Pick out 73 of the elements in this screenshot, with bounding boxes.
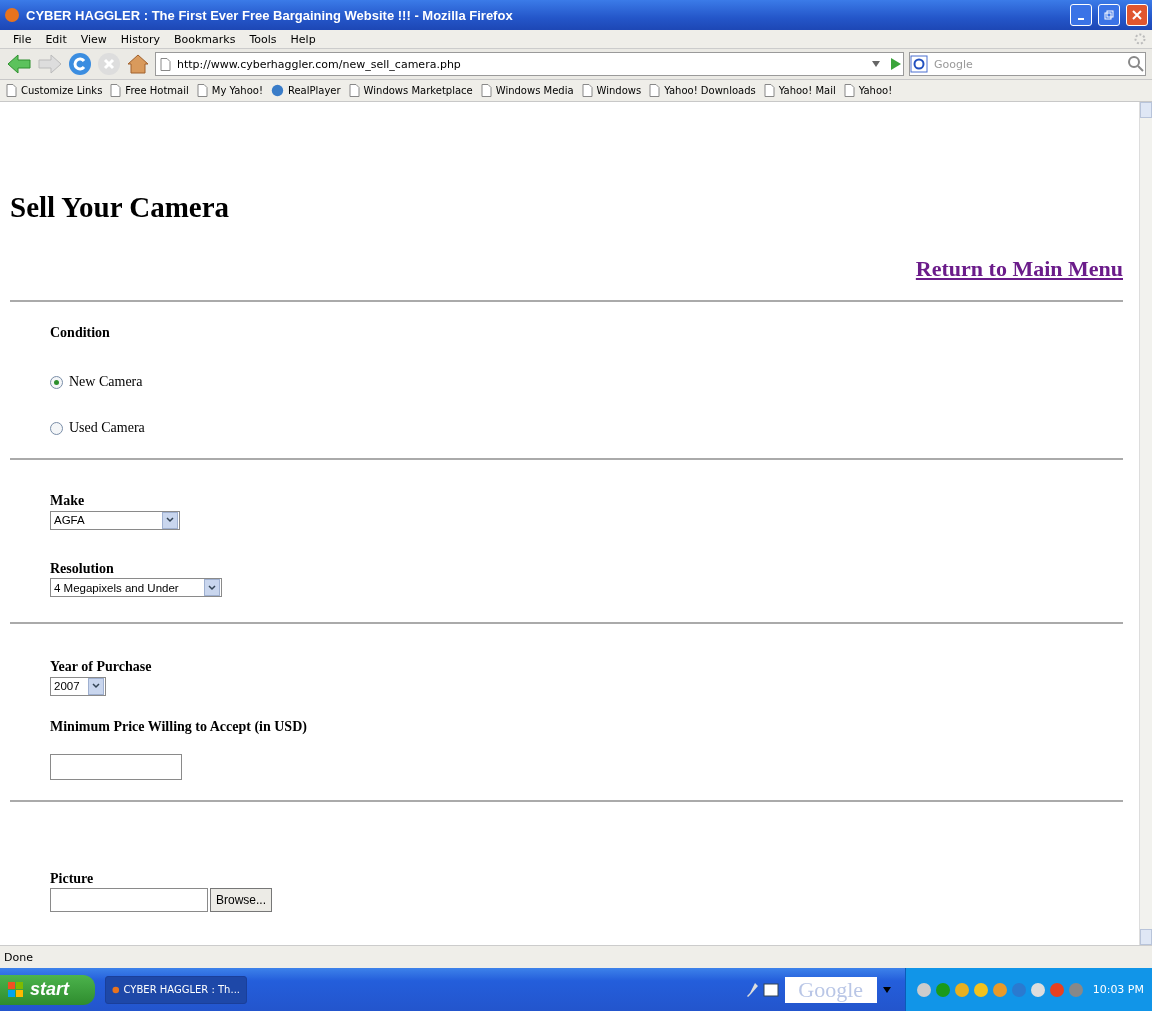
tray-icon[interactable] xyxy=(972,981,989,998)
minimize-button[interactable] xyxy=(1070,4,1092,26)
page-icon xyxy=(649,84,661,97)
field-label: Year of Purchase xyxy=(50,658,153,676)
field-label: Make xyxy=(50,492,86,510)
caret-icon xyxy=(166,517,174,523)
page-icon xyxy=(196,84,208,97)
radio-label: New Camera xyxy=(69,374,143,390)
menu-item[interactable]: View xyxy=(73,32,114,46)
menu-item[interactable]: File xyxy=(6,32,39,46)
menu-item[interactable]: History xyxy=(113,32,167,46)
tray-icon[interactable] xyxy=(915,981,932,998)
menu-item[interactable]: Edit xyxy=(38,32,74,46)
taskbar-button[interactable]: CYBER HAGGLER : Th... xyxy=(105,975,247,1004)
close-button[interactable] xyxy=(1126,4,1148,26)
windows-flag-icon xyxy=(8,981,24,998)
bookmark-link[interactable]: Free Hotmail xyxy=(110,84,189,97)
radio-label: Used Camera xyxy=(69,420,145,436)
field-label: Condition xyxy=(50,324,111,342)
price-field[interactable] xyxy=(50,753,182,780)
page-icon xyxy=(348,84,360,97)
year-select[interactable]: 2007 xyxy=(50,676,106,696)
page-icon xyxy=(160,57,171,71)
bookmark-link[interactable]: Windows xyxy=(581,84,642,97)
restore-button[interactable] xyxy=(1098,4,1120,26)
search-icon[interactable] xyxy=(1127,55,1145,73)
back-button[interactable] xyxy=(6,53,32,75)
caret-icon xyxy=(208,584,216,591)
search-bar[interactable]: Google xyxy=(909,52,1146,76)
page-heading: Sell Your Camera xyxy=(10,190,231,224)
page-icon xyxy=(480,84,492,97)
status-text: Done xyxy=(4,950,33,964)
bookmark-link[interactable]: Yahoo! Downloads xyxy=(649,84,756,97)
address-bar[interactable]: http://www.cyberhaggler.com/new_sell_camera.php xyxy=(155,52,904,76)
field-label: Picture xyxy=(50,869,95,888)
file-field[interactable] xyxy=(50,887,208,912)
page-icon xyxy=(843,84,855,97)
clock: 10:03 PM xyxy=(1092,983,1144,996)
bookmark-link[interactable]: Windows Media xyxy=(480,84,574,97)
restore-icon xyxy=(1104,10,1114,20)
page-icon xyxy=(6,84,17,97)
page-icon xyxy=(581,84,593,97)
field-label: Resolution xyxy=(50,559,115,578)
return-link[interactable]: Return to Main Menu xyxy=(915,256,1123,282)
minimize-icon xyxy=(1078,18,1084,20)
dropdown-icon[interactable] xyxy=(871,60,881,68)
menu-item[interactable]: Help xyxy=(283,32,323,46)
bookmark-link[interactable]: Windows Marketplace xyxy=(348,84,473,97)
browse-button[interactable]: Browse... xyxy=(210,887,272,912)
tray-icon[interactable] xyxy=(1029,981,1046,998)
tray-icon[interactable] xyxy=(953,981,970,998)
caret-icon xyxy=(92,683,100,689)
menu-item[interactable]: Tools xyxy=(242,32,284,46)
page-icon xyxy=(110,84,122,97)
page-icon xyxy=(763,84,775,97)
menu-item[interactable]: Bookmarks xyxy=(167,32,243,46)
radio-button[interactable] xyxy=(50,421,63,435)
bookmark-link[interactable]: Yahoo! Mail xyxy=(763,84,836,97)
throbber-icon xyxy=(1134,33,1146,45)
bookmark-link[interactable]: My Yahoo! xyxy=(196,84,263,97)
bookmark-link[interactable]: RealPlayer xyxy=(270,84,341,97)
scrollbar[interactable] xyxy=(1139,102,1152,945)
reload-button[interactable] xyxy=(68,52,92,76)
bookmark-link[interactable]: Yahoo! xyxy=(843,84,893,97)
dropdown-icon[interactable] xyxy=(882,986,891,993)
home-button[interactable] xyxy=(126,52,150,76)
close-icon xyxy=(1132,10,1142,20)
window-title: CYBER HAGGLER : The First Ever Free Bargaining Website !!! - Mozilla Firefox xyxy=(26,7,514,23)
make-select[interactable]: AGFA xyxy=(50,510,180,530)
resolution-select[interactable]: 4 Megapixels and Under xyxy=(50,578,222,597)
field-label: Minimum Price Willing to Accept (in USD) xyxy=(50,717,308,736)
bookmark-link[interactable]: Customize Links xyxy=(6,84,103,97)
radio-button[interactable] xyxy=(50,375,63,389)
